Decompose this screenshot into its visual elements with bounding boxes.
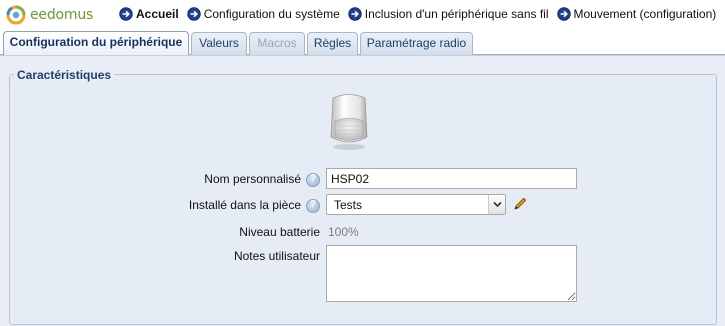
arrow-right-circle-icon	[119, 7, 133, 21]
tab-macros: Macros	[249, 32, 305, 55]
battery-label: Niveau batterie	[239, 225, 320, 239]
breadcrumb-wireless-inclusion[interactable]: Inclusion d'un périphérique sans fil	[348, 7, 549, 21]
battery-value: 100%	[328, 225, 359, 239]
select-dropdown-button[interactable]	[488, 195, 505, 214]
pencil-edit-icon[interactable]	[512, 196, 528, 212]
room-select[interactable]: Tests	[326, 194, 506, 215]
section-legend: Caractéristiques	[14, 68, 115, 82]
motion-sensor-image	[330, 94, 368, 150]
main-panel: Caractéristiques Nom personnalisé Instal…	[0, 55, 725, 326]
breadcrumb-label: Inclusion d'un périphérique sans fil	[364, 7, 549, 21]
arrow-right-circle-icon	[348, 7, 362, 21]
room-label: Installé dans la pièce	[188, 198, 301, 212]
tab-bar: Configuration du périphérique Valeurs Ma…	[0, 31, 725, 56]
breadcrumb-motion-config[interactable]: Mouvement (configuration)	[556, 7, 717, 21]
help-icon[interactable]	[306, 199, 320, 213]
arrow-right-circle-icon	[556, 7, 571, 21]
tab-rules[interactable]: Règles	[307, 32, 358, 55]
custom-name-input[interactable]	[326, 168, 577, 189]
user-notes-textarea[interactable]	[326, 245, 577, 302]
help-icon[interactable]	[306, 173, 320, 187]
chevron-down-icon	[493, 201, 502, 208]
breadcrumb-label: Mouvement (configuration)	[573, 7, 717, 21]
tab-values[interactable]: Valeurs	[191, 32, 247, 55]
logo[interactable]: eedomus	[6, 5, 93, 25]
name-label: Nom personnalisé	[204, 172, 301, 186]
notes-label: Notes utilisateur	[233, 249, 320, 263]
tab-device-configuration[interactable]: Configuration du périphérique	[3, 31, 189, 56]
breadcrumb-label: Configuration du système	[203, 7, 340, 21]
room-select-value: Tests	[334, 198, 363, 212]
eedomus-logo-icon	[6, 5, 26, 25]
tab-radio-settings[interactable]: Paramétrage radio	[360, 32, 473, 55]
arrow-right-circle-icon	[186, 7, 201, 21]
breadcrumb-system-config[interactable]: Configuration du système	[186, 7, 340, 21]
logo-text: eedomus	[30, 7, 94, 23]
breadcrumb: Accueil Configuration du système Inclusi…	[119, 7, 724, 21]
breadcrumb-label: Accueil	[136, 7, 179, 21]
top-bar: eedomus Accueil Configuration du système…	[0, 0, 725, 30]
breadcrumb-home[interactable]: Accueil	[119, 7, 179, 21]
